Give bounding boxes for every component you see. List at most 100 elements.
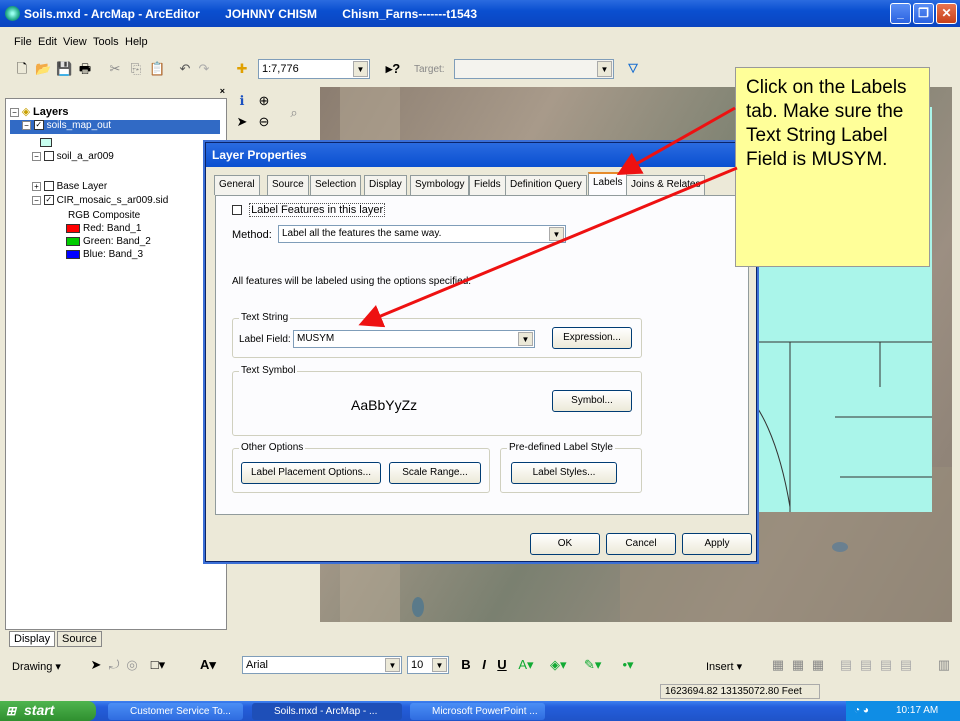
font-color-icon[interactable]: A▾ (518, 657, 534, 673)
close-button[interactable]: ✕ (936, 3, 957, 24)
layer-checkbox[interactable]: ✓ (33, 120, 44, 131)
task-customer-service[interactable]: Customer Service To... (108, 703, 243, 720)
tab-joins-relates[interactable]: Joins & Relates (626, 175, 706, 195)
save-icon[interactable]: 💾 (56, 61, 72, 77)
chevron-down-icon[interactable]: ▼ (518, 332, 533, 346)
align-icon[interactable]: ▤ (838, 657, 854, 673)
layer-checkbox[interactable]: ✓ (43, 195, 54, 206)
find-icon[interactable]: ⌕ (286, 105, 302, 121)
identify-icon[interactable]: ℹ (234, 93, 250, 109)
label-features-row[interactable]: Label Features in this layer (232, 203, 386, 217)
collapse-icon[interactable]: − (32, 151, 41, 161)
chevron-down-icon[interactable]: ▼ (385, 658, 400, 672)
collapse-icon[interactable]: − (32, 195, 41, 205)
chevron-down-icon[interactable]: ▼ (353, 61, 368, 77)
layout-tool-icon[interactable]: ▦ (770, 657, 786, 673)
undo-icon[interactable]: ↶ (177, 61, 193, 77)
toc-item-base-layer[interactable]: + Base Layer (32, 181, 107, 192)
tab-symbology[interactable]: Symbology (410, 175, 470, 195)
underline-icon[interactable]: U (494, 657, 510, 673)
map-scale-combo[interactable]: 1:7,776 ▼ (258, 59, 370, 79)
align-icon[interactable]: ▤ (898, 657, 914, 673)
align-icon[interactable]: ▤ (878, 657, 894, 673)
task-arcmap[interactable]: Soils.mxd - ArcMap - ... (252, 703, 402, 720)
toc-item-soil-a[interactable]: − soil_a_ar009 (32, 151, 114, 162)
layer-checkbox[interactable] (43, 151, 54, 162)
layout-tool-icon[interactable]: ▦ (790, 657, 806, 673)
menu-view[interactable]: View (63, 36, 87, 48)
insert-menu[interactable]: Insert ▾ (706, 660, 742, 673)
line-color-icon[interactable]: ✎▾ (584, 657, 601, 673)
tab-source-toc[interactable]: Source (57, 631, 102, 647)
paste-icon[interactable]: 📋 (149, 61, 165, 77)
task-powerpoint[interactable]: Microsoft PowerPoint ... (410, 703, 545, 720)
marker-color-icon[interactable]: •▾ (620, 657, 636, 673)
tab-fields[interactable]: Fields (469, 175, 506, 195)
drawing-menu[interactable]: Drawing ▾ (12, 660, 61, 673)
target-combo[interactable]: ▼ (454, 59, 614, 79)
menu-file[interactable]: File (14, 36, 32, 48)
select-arrow-icon[interactable]: ➤ (234, 114, 250, 130)
tab-general[interactable]: General (214, 175, 260, 195)
tab-definition-query[interactable]: Definition Query (505, 175, 587, 195)
tray-icon[interactable]: ◔ ◕ (854, 705, 869, 716)
new-document-icon[interactable]: 🗋 (14, 61, 30, 77)
add-data-icon[interactable]: ✚ (234, 61, 250, 77)
chevron-down-icon[interactable]: ▼ (432, 658, 447, 672)
bold-icon[interactable]: B (458, 657, 474, 673)
font-dropdown[interactable]: Arial ▼ (242, 656, 402, 674)
label-features-checkbox[interactable] (232, 205, 242, 216)
chevron-down-icon[interactable]: ▼ (597, 61, 612, 77)
apply-button[interactable]: Apply (682, 533, 752, 555)
tab-source[interactable]: Source (267, 175, 309, 195)
zoom-out-icon[interactable]: ⊖ (256, 114, 272, 130)
text-icon[interactable]: A▾ (200, 657, 216, 673)
italic-icon[interactable]: I (476, 657, 492, 673)
font-size-dropdown[interactable]: 10 ▼ (407, 656, 449, 674)
collapse-icon[interactable]: − (22, 120, 31, 130)
method-dropdown[interactable]: Label all the features the same way. ▼ (278, 225, 566, 243)
select-elements-icon[interactable]: ➤ (88, 657, 104, 673)
symbol-button[interactable]: Symbol... (552, 390, 632, 412)
layer-checkbox[interactable] (43, 181, 54, 192)
tab-labels[interactable]: Labels (588, 172, 628, 196)
expand-icon[interactable]: + (32, 181, 41, 191)
expression-button[interactable]: Expression... (552, 327, 632, 349)
rotate-icon[interactable]: ⤾ (106, 657, 122, 673)
open-folder-icon[interactable]: 📂 (35, 61, 51, 77)
toc-root-layers[interactable]: − ◈ Layers (10, 105, 69, 118)
layout-tool-icon[interactable]: ▦ (810, 657, 826, 673)
print-icon[interactable]: 🖶 (77, 61, 93, 77)
menu-help[interactable]: Help (125, 36, 148, 48)
minimize-button[interactable]: _ (890, 3, 911, 24)
toc-item-soils-map-out[interactable]: − ✓ soils_map_out (10, 120, 220, 134)
label-styles-button[interactable]: Label Styles... (511, 462, 617, 484)
cut-icon[interactable]: ✂ (107, 61, 123, 77)
maximize-button[interactable]: ❐ (913, 3, 934, 24)
zoom-in-icon[interactable]: ⊕ (256, 93, 272, 109)
scale-range-button[interactable]: Scale Range... (389, 462, 481, 484)
toc-close-icon[interactable]: × (220, 86, 225, 96)
rectangle-icon[interactable]: □▾ (150, 657, 166, 673)
tab-selection[interactable]: Selection (310, 175, 362, 195)
menu-tools[interactable]: Tools (93, 36, 119, 48)
fill-color-icon[interactable]: ◈▾ (550, 657, 567, 673)
redo-icon[interactable]: ↷ (196, 61, 212, 77)
label-placement-button[interactable]: Label Placement Options... (241, 462, 381, 484)
ok-button[interactable]: OK (530, 533, 600, 555)
distribute-icon[interactable]: ▥ (936, 657, 952, 673)
collapse-icon[interactable]: − (10, 107, 19, 117)
editor-toolbar-icon[interactable]: 🜄 (625, 61, 641, 77)
whats-this-icon[interactable]: ▸? (385, 61, 401, 77)
chevron-down-icon[interactable]: ▼ (549, 227, 564, 241)
copy-icon[interactable]: ⎘ (128, 61, 144, 77)
menu-edit[interactable]: Edit (38, 36, 57, 48)
cancel-button[interactable]: Cancel (606, 533, 676, 555)
start-button[interactable]: ⊞ start (0, 701, 96, 721)
label-field-dropdown[interactable]: MUSYM ▼ (293, 330, 535, 348)
zoom-whole-page-icon[interactable]: ◎ (124, 657, 140, 673)
tab-display-toc[interactable]: Display (9, 631, 56, 647)
align-icon[interactable]: ▤ (858, 657, 874, 673)
toc-item-cir-mosaic[interactable]: − ✓ CIR_mosaic_s_ar009.sid (32, 195, 168, 206)
tab-display[interactable]: Display (364, 175, 407, 195)
